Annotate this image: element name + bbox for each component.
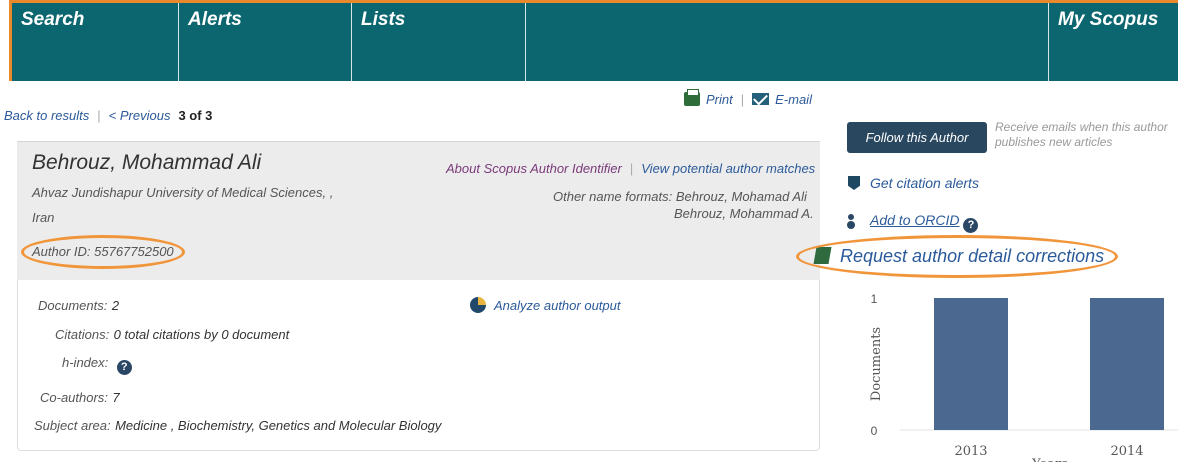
citation-alerts-link[interactable]: Get citation alerts xyxy=(870,175,979,191)
nav-alerts[interactable]: Alerts xyxy=(179,3,352,81)
flag-icon xyxy=(848,176,860,190)
potential-matches-link[interactable]: View potential author matches xyxy=(641,161,815,176)
pie-chart-icon xyxy=(470,297,486,313)
other-format-2: Behrouz, Mohammad A. xyxy=(674,206,814,221)
citations-row: Citations: 0 total citations by 0 docume… xyxy=(55,326,289,344)
print-icon[interactable] xyxy=(684,89,700,106)
hindex-row: h-index: ? xyxy=(62,354,132,375)
bar-2014 xyxy=(1090,298,1164,430)
follow-author-button[interactable]: Follow this Author xyxy=(847,122,987,153)
author-country: Iran xyxy=(32,210,55,225)
orcid-help-icon[interactable]: ? xyxy=(963,218,979,233)
subject-area-value: Medicine , Biochemistry, Genetics and Mo… xyxy=(115,418,442,433)
author-name: Behrouz, Mohammad Ali xyxy=(32,151,262,174)
other-format-1: Behrouz, Mohamad Ali xyxy=(675,189,807,204)
request-corrections-highlight xyxy=(796,235,1118,278)
result-position: 3 of 3 xyxy=(178,108,213,123)
coauthors-label: Co-authors: xyxy=(40,390,108,405)
subject-area-row: Subject area: Medicine , Biochemistry, G… xyxy=(34,417,441,435)
author-identifier-links: About Scopus Author Identifier | View pote… xyxy=(446,161,815,176)
documents-by-year-chart: 0 1 Documents 2013 2014 Years xyxy=(869,292,1178,462)
x-tick-label: 2014 xyxy=(1110,444,1143,459)
author-id-highlight xyxy=(21,235,185,269)
nav-lists-label: Lists xyxy=(361,9,406,30)
previous-link[interactable]: < Previous xyxy=(109,108,171,123)
bar-2013 xyxy=(934,298,1008,430)
analyze-author-output[interactable]: Analyze author output xyxy=(470,297,620,313)
top-navigation: Search Alerts Lists My Scopus xyxy=(9,0,1178,81)
y-tick-label: 1 xyxy=(871,292,878,306)
other-name-formats: Other name formats: Behrouz, Mohamad Ali xyxy=(553,189,807,204)
analyze-author-output-link[interactable]: Analyze author output xyxy=(494,298,620,313)
follow-note: Receive emails when this author publishe… xyxy=(995,120,1168,149)
action-separator: | xyxy=(740,92,745,107)
nav-search-label: Search xyxy=(21,9,85,30)
x-tick-label: 2013 xyxy=(954,444,987,459)
print-email-bar: Print | E-mail xyxy=(684,89,812,107)
add-orcid[interactable]: Add to ORCID? xyxy=(848,212,979,233)
documents-row: Documents: 2 xyxy=(38,297,119,315)
back-to-results-link[interactable]: Back to results xyxy=(4,108,89,123)
add-orcid-link[interactable]: Add to ORCID xyxy=(870,212,959,228)
y-tick-label: 0 xyxy=(871,424,878,438)
email-link[interactable]: E-mail xyxy=(775,92,812,107)
coauthors-count-link[interactable]: 7 xyxy=(112,390,119,405)
help-icon[interactable]: ? xyxy=(116,360,132,375)
documents-count-link[interactable]: 2 xyxy=(112,298,119,313)
y-axis-label: Documents xyxy=(869,327,884,401)
author-affiliation: Ahvaz Jundishapur University of Medical … xyxy=(32,185,334,200)
hindex-label: h-index: xyxy=(62,355,109,370)
link-separator: | xyxy=(629,161,634,176)
documents-label: Documents: xyxy=(38,298,108,313)
other-formats-label: Other name formats: xyxy=(553,189,673,204)
print-link[interactable]: Print xyxy=(706,92,733,107)
nav-my-scopus[interactable]: My Scopus xyxy=(1049,3,1178,81)
subject-area-label: Subject area: xyxy=(34,418,111,433)
nav-search[interactable]: Search xyxy=(12,3,179,81)
nav-spacer xyxy=(526,3,1049,81)
citation-alerts[interactable]: Get citation alerts xyxy=(848,175,979,191)
x-axis-label: Years xyxy=(1031,457,1068,462)
nav-lists[interactable]: Lists xyxy=(352,3,526,81)
citations-value: 0 total citations by 0 document xyxy=(113,327,290,342)
person-icon xyxy=(848,214,862,227)
breadcrumb: Back to results | < Previous 3 of 3 xyxy=(4,108,212,123)
nav-my-scopus-label: My Scopus xyxy=(1058,9,1159,30)
about-author-identifier-link[interactable]: About Scopus Author Identifier xyxy=(446,161,622,176)
email-icon[interactable] xyxy=(752,93,770,105)
coauthors-row: Co-authors: 7 xyxy=(40,389,120,407)
citations-label: Citations: xyxy=(55,327,110,342)
nav-alerts-label: Alerts xyxy=(188,9,242,30)
breadcrumb-separator: | xyxy=(97,108,101,123)
